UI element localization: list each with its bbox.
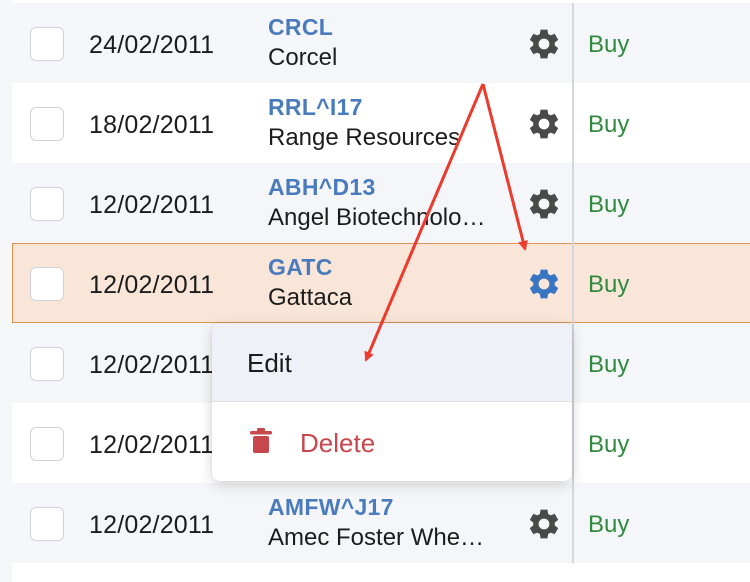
row-company-name: Angel Biotechnolo…: [268, 204, 486, 231]
gear-icon[interactable]: [526, 106, 562, 142]
row-checkbox[interactable]: [30, 27, 64, 61]
trash-icon: [250, 428, 272, 454]
column-divider: [572, 3, 574, 83]
row-company-name: Corcel: [268, 44, 338, 71]
row-actions-menu: Edit Delete: [212, 323, 572, 481]
row-symbol-link[interactable]: GATC: [268, 254, 333, 281]
column-divider: [572, 243, 574, 323]
row-checkbox[interactable]: [30, 347, 64, 381]
gear-icon[interactable]: [526, 506, 562, 542]
row-date: 18/02/2011: [89, 111, 215, 139]
table-row[interactable]: 24/02/2011 CRCL Corcel Buy: [12, 3, 750, 83]
row-date: 12/02/2011: [89, 431, 215, 459]
table-row-selected[interactable]: 12/02/2011 GATC Gattaca Buy: [12, 243, 750, 323]
row-action-buy: Buy: [588, 31, 630, 58]
trades-viewport: 24/02/2011 CRCL Corcel Buy 18/02/2011 RR…: [0, 0, 750, 582]
row-checkbox[interactable]: [30, 267, 64, 301]
edit-menu-item[interactable]: Edit: [212, 323, 572, 402]
row-date: 12/02/2011: [89, 191, 215, 219]
row-checkbox[interactable]: [30, 187, 64, 221]
row-checkbox[interactable]: [30, 107, 64, 141]
left-gutter: [0, 0, 12, 582]
row-date: 24/02/2011: [89, 31, 215, 59]
row-action-buy: Buy: [588, 111, 630, 138]
row-action-buy: Buy: [588, 431, 630, 458]
row-action-buy: Buy: [588, 351, 630, 378]
row-date: 12/02/2011: [89, 271, 215, 299]
delete-menu-item[interactable]: Delete: [212, 402, 572, 481]
row-symbol-link[interactable]: CRCL: [268, 14, 333, 41]
gear-icon[interactable]: [526, 186, 562, 222]
column-divider: [572, 483, 574, 563]
gear-icon[interactable]: [526, 26, 562, 62]
row-symbol-link[interactable]: ABH^D13: [268, 174, 376, 201]
row-action-buy: Buy: [588, 191, 630, 218]
row-date: 12/02/2011: [89, 511, 215, 539]
table-row[interactable]: 12/02/2011 AMFW^J17 Amec Foster Whe… Buy: [12, 483, 750, 563]
row-company-name: Amec Foster Whe…: [268, 524, 485, 551]
row-symbol-link[interactable]: AMFW^J17: [268, 494, 394, 521]
row-action-buy: Buy: [588, 511, 630, 538]
edit-label: Edit: [247, 348, 292, 378]
row-company-name: Range Resources: [268, 124, 461, 151]
column-divider: [572, 323, 574, 403]
row-symbol-link[interactable]: RRL^I17: [268, 94, 363, 121]
row-date: 12/02/2011: [89, 351, 215, 379]
table-row[interactable]: 12/02/2011 ABH^D13 Angel Biotechnolo… Bu…: [12, 163, 750, 243]
table-row[interactable]: 18/02/2011 RRL^I17 Range Resources Buy: [12, 83, 750, 163]
column-divider: [572, 163, 574, 243]
row-action-buy: Buy: [588, 271, 630, 298]
row-checkbox[interactable]: [30, 507, 64, 541]
row-checkbox[interactable]: [30, 427, 64, 461]
column-divider: [572, 403, 574, 483]
row-company-name: Gattaca: [268, 284, 353, 311]
column-divider: [572, 83, 574, 163]
delete-label: Delete: [300, 428, 376, 458]
gear-icon-active[interactable]: [526, 266, 562, 302]
